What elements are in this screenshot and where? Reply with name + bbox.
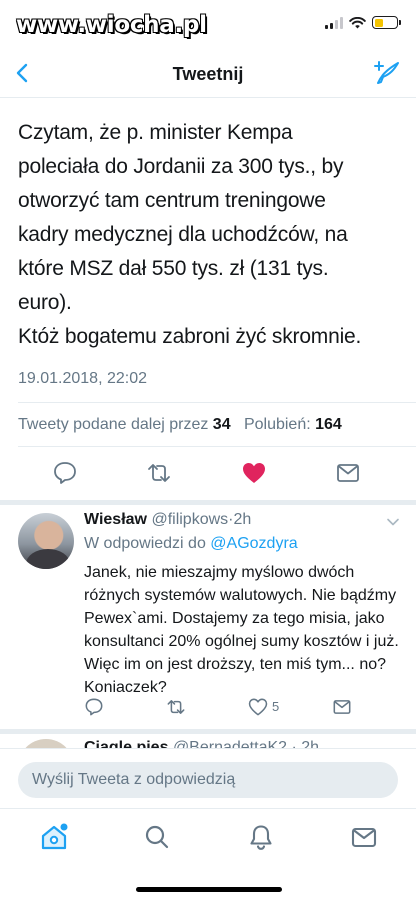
reply-icon[interactable]: [84, 697, 104, 717]
reply-composer-bar: [0, 748, 416, 808]
home-icon[interactable]: [40, 823, 68, 851]
search-icon[interactable]: [143, 823, 171, 851]
reply-text: Janek, nie mieszajmy myślowo dwóch różny…: [84, 564, 399, 696]
tab-bar: [0, 808, 416, 900]
reply-author-name: Wiesław: [84, 511, 147, 528]
reply-actions: 5: [0, 697, 416, 721]
reply-icon[interactable]: [52, 460, 78, 486]
share-icon[interactable]: [332, 697, 352, 717]
watermark-logo: www.wiocha.pl: [16, 12, 207, 38]
divider: [18, 446, 416, 447]
section-divider: [0, 729, 416, 734]
messages-icon[interactable]: [350, 823, 378, 851]
retweets-count: 34: [212, 416, 231, 433]
retweet-icon[interactable]: [166, 697, 186, 717]
reply-author: Wiesław @filipkows·2h: [84, 511, 251, 529]
retweet-icon[interactable]: [146, 460, 172, 486]
like-icon[interactable]: [248, 697, 268, 717]
reply-input[interactable]: [18, 762, 398, 798]
compose-tweet-icon[interactable]: [372, 58, 402, 88]
battery-icon: [372, 16, 401, 29]
reply-time: 2h: [233, 511, 252, 528]
tweet-timestamp: 19.01.2018, 22:02: [18, 370, 148, 387]
tweet-text: Czytam, że p. minister Kempa poleciała d…: [18, 121, 362, 348]
tweet-stats: Tweety podane dalej przez 34 Polubień: 1…: [18, 416, 342, 434]
reply-to-handle-link[interactable]: @AGozdyra: [210, 535, 297, 552]
status-bar: www.wiocha.pl: [0, 0, 416, 48]
share-icon[interactable]: [335, 460, 361, 486]
wifi-icon: [349, 16, 366, 28]
retweets-label: Tweety podane dalej przez: [18, 416, 209, 433]
tweet-actions: [0, 460, 416, 490]
home-indicator: [136, 887, 282, 892]
page-title: Tweetnij: [172, 64, 244, 84]
likes-link[interactable]: Polubień: 164: [244, 416, 342, 433]
divider: [18, 402, 416, 403]
status-icons: [325, 16, 401, 29]
reply-author-handle: @filipkows: [151, 511, 229, 528]
chevron-down-icon[interactable]: [386, 515, 400, 529]
reply-likes-count: 5: [272, 699, 280, 714]
likes-label: Polubień:: [243, 416, 311, 433]
like-filled-icon[interactable]: [241, 460, 267, 486]
notifications-icon[interactable]: [247, 823, 275, 851]
signal-icon: [325, 16, 343, 29]
retweets-link[interactable]: Tweety podane dalej przez 34: [18, 416, 231, 433]
section-divider: [0, 500, 416, 505]
reply-to-label: W odpowiedzi do: [84, 535, 206, 552]
likes-count: 164: [315, 416, 342, 433]
avatar[interactable]: [18, 513, 74, 569]
reply-context: W odpowiedzi do @AGozdyra: [84, 535, 298, 553]
nav-bar: Tweetnij: [0, 48, 416, 98]
